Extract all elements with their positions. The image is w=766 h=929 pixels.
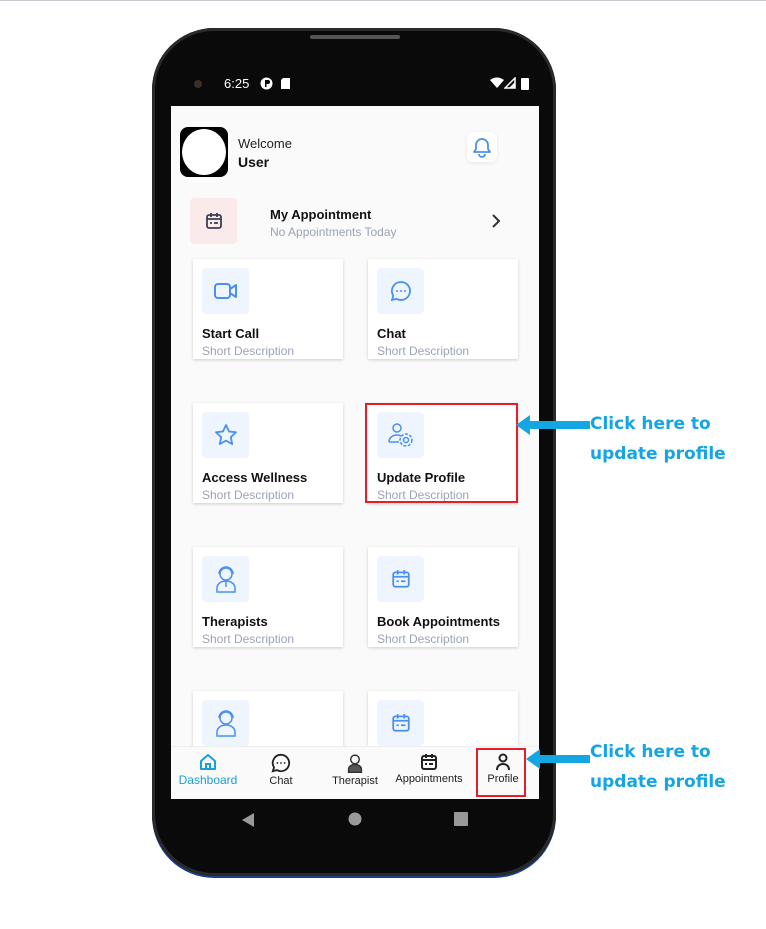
card-icon-box [202,556,249,602]
highlight-profile-nav [476,748,526,797]
battery-icon [521,78,529,90]
card-icon-box [377,268,424,314]
calendar-icon [391,714,410,732]
wifi-icon [490,77,504,88]
highlight-update-profile-card [365,403,518,503]
card-title: Start Call [202,326,260,341]
card-access-wellness[interactable]: Access Wellness Short Description [193,403,343,503]
nav-chat[interactable]: Chat [259,753,303,787]
card-description: Short Description [202,632,295,646]
card-icon-box [377,700,424,746]
callout-profile-nav: Click here to update profile [590,737,726,797]
card-therapists[interactable]: Therapists Short Description [193,547,343,647]
callout-line: update profile [590,444,726,464]
chat-bubble-icon [271,753,291,773]
arrow-left-icon [526,749,590,769]
welcome-label: Welcome [238,136,292,151]
chevron-right-icon[interactable] [491,213,501,229]
video-icon [213,283,237,299]
card-icon-box [377,556,424,602]
card-description: Short Description [377,632,470,646]
sd-card-icon [281,78,290,89]
appointment-title: My Appointment [270,207,372,222]
appointment-icon-box [190,198,237,244]
notification-button[interactable] [467,132,497,162]
calendar-icon [421,754,437,770]
card-title: Book Appointments [377,614,501,629]
nav-dashboard[interactable]: Dashboard [175,753,241,787]
home-icon [200,754,216,770]
therapist-icon [215,710,236,737]
calendar-icon [391,570,410,588]
card-title: Chat [377,326,406,341]
nav-label: Therapist [332,775,378,787]
bell-icon [473,138,491,158]
callout-line: Click here to [590,414,711,434]
status-bar: 6:25 [170,72,538,96]
callout-line: Click here to [590,742,711,762]
card-description: Short Description [377,344,470,358]
system-nav-bar [152,799,556,839]
card-title: Access Wellness [202,470,308,485]
back-button[interactable] [241,812,255,828]
calendar-icon [205,213,222,229]
signal-icon [504,77,516,89]
avatar[interactable] [180,127,228,177]
home-button[interactable] [348,812,362,826]
therapist-icon [347,754,363,773]
recents-button[interactable] [454,812,468,826]
card-start-call[interactable]: Start Call Short Description [193,259,343,359]
speaker-grille [310,35,400,39]
card-book-appointments[interactable]: Book Appointments Short Description [368,547,518,647]
card-icon-box [202,412,249,458]
card-icon-box [202,268,249,314]
card-icon-box [202,700,249,746]
card-description: Short Description [202,344,295,358]
nav-label: Appointments [395,773,463,785]
username-label: User [238,154,270,170]
nav-therapist[interactable]: Therapist [327,753,383,787]
status-time: 6:25 [224,76,250,91]
nav-label: Dashboard [178,773,238,787]
nav-appointments[interactable]: Appointments [389,753,469,785]
callout-update-profile-card: Click here to update profile [590,409,726,469]
arrow-left-icon [516,415,590,435]
therapist-icon [215,566,236,593]
nav-label: Chat [269,775,293,787]
data-saver-icon [260,77,273,90]
card-description: Short Description [202,488,295,502]
star-icon [214,424,237,445]
callout-line: update profile [590,772,726,792]
card-chat[interactable]: Chat Short Description [368,259,518,359]
chat-bubble-icon [390,281,411,302]
card-title: Therapists [202,614,268,629]
appointment-subtitle: No Appointments Today [270,225,397,239]
camera-dot [194,80,202,88]
